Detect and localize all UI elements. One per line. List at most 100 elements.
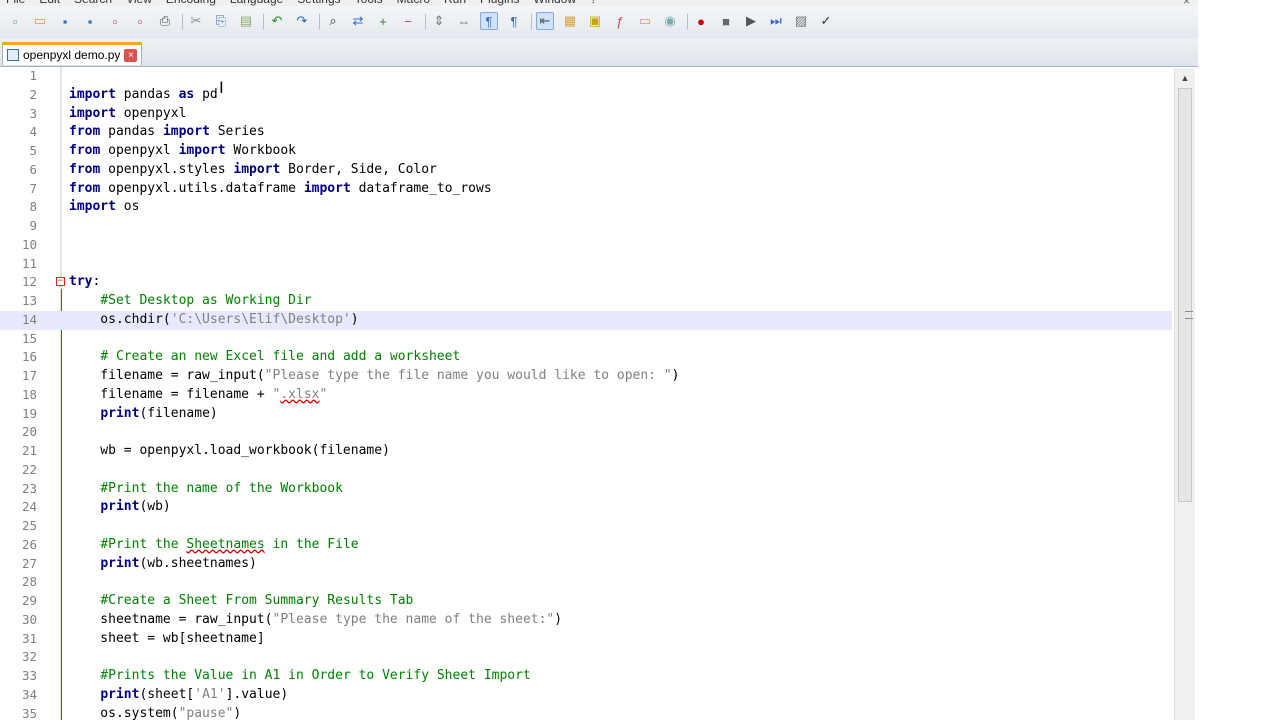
word-wrap-icon[interactable]: ¶	[480, 12, 498, 30]
save-macro-icon[interactable]: ▨	[792, 12, 810, 30]
toolbar-separator	[182, 14, 183, 30]
code-text: import openpyxl	[69, 105, 186, 123]
code-line[interactable]: 35 os.system("pause")	[0, 705, 1172, 723]
code-line[interactable]: 18 filename = filename + ".xlsx"	[0, 386, 1172, 405]
toolbar-separator	[687, 14, 688, 30]
code-line[interactable]: 14 os.chdir('C:\Users\Elif\Desktop')	[0, 311, 1172, 330]
code-line[interactable]: 30 sheetname = raw_input("Please type th…	[0, 611, 1172, 630]
zoom-in-icon[interactable]: +	[374, 12, 392, 30]
copy-icon[interactable]: ⎘	[212, 12, 230, 30]
save-all-icon[interactable]: ▪	[81, 12, 99, 30]
code-text: sheet = wb[sheetname]	[69, 630, 265, 648]
spellcheck-icon[interactable]: ✓	[817, 12, 835, 30]
code-line[interactable]: 34 print(sheet['A1'].value)	[0, 686, 1172, 705]
code-line[interactable]: 17 filename = raw_input("Please type the…	[0, 367, 1172, 386]
line-number: 21	[0, 442, 37, 460]
code-editor[interactable]: − 12import pandas as pd3import openpyxl4…	[0, 67, 1198, 720]
save-icon[interactable]: ▪	[56, 12, 74, 30]
code-line[interactable]: 28	[0, 573, 1172, 592]
code-line[interactable]: 5from openpyxl import Workbook	[0, 142, 1172, 161]
code-line[interactable]: 27 print(wb.sheetnames)	[0, 555, 1172, 574]
line-number: 32	[0, 648, 37, 666]
code-line[interactable]: 20	[0, 423, 1172, 442]
code-line[interactable]: 32	[0, 648, 1172, 667]
line-number: 4	[0, 123, 37, 141]
sync-horizontal-icon[interactable]: ⇔	[455, 12, 473, 30]
new-file-icon[interactable]: ▫	[6, 12, 24, 30]
replace-icon[interactable]: ⇄	[349, 12, 367, 30]
run-macro-multiple-icon[interactable]: ⏭	[767, 12, 785, 30]
line-number: 13	[0, 292, 37, 310]
sync-vertical-icon[interactable]: ⇕	[430, 12, 448, 30]
code-line[interactable]: 12try:	[0, 273, 1172, 292]
code-line[interactable]: 31 sheet = wb[sheetname]	[0, 630, 1172, 649]
code-line[interactable]: 7from openpyxl.utils.dataframe import da…	[0, 180, 1172, 199]
play-macro-icon[interactable]: ▶	[742, 12, 760, 30]
zoom-out-icon[interactable]: −	[399, 12, 417, 30]
line-number: 24	[0, 498, 37, 516]
code-line[interactable]: 26 #Print the Sheetnames in the File	[0, 536, 1172, 555]
cut-icon[interactable]: ✂	[187, 12, 205, 30]
code-line[interactable]: 4from pandas import Series	[0, 123, 1172, 142]
stop-record-icon[interactable]: ■	[717, 12, 735, 30]
line-number: 28	[0, 573, 37, 591]
code-line[interactable]: 19 print(filename)	[0, 405, 1172, 424]
code-line[interactable]: 33 #Prints the Value in A1 in Order to V…	[0, 667, 1172, 686]
scroll-up-arrow-icon[interactable]: ▲	[1175, 68, 1195, 88]
line-number: 11	[0, 255, 37, 273]
redo-icon[interactable]: ↷	[293, 12, 311, 30]
monitor-icon[interactable]: ◉	[661, 12, 679, 30]
code-line[interactable]: 6from openpyxl.styles import Border, Sid…	[0, 161, 1172, 180]
code-line[interactable]: 29 #Create a Sheet From Summary Results …	[0, 592, 1172, 611]
code-text: #Set Desktop as Working Dir	[69, 292, 312, 310]
code-line[interactable]: 21 wb = openpyxl.load_workbook(filename)	[0, 442, 1172, 461]
scroll-grip-icon	[1185, 311, 1193, 319]
line-number: 26	[0, 536, 37, 554]
code-line[interactable]: 9	[0, 217, 1172, 236]
line-number: 5	[0, 142, 37, 160]
doc-map-icon[interactable]: ▣	[586, 12, 604, 30]
code-text: from openpyxl.styles import Border, Side…	[69, 161, 437, 179]
tab-close-button[interactable]: ×	[124, 49, 137, 62]
show-all-chars-icon[interactable]: ¶	[505, 12, 523, 30]
code-text: #Create a Sheet From Summary Results Tab	[69, 592, 413, 610]
code-line[interactable]: 2import pandas as pd	[0, 86, 1172, 105]
record-macro-icon[interactable]: ●	[692, 12, 710, 30]
open-folder-icon[interactable]: ▭	[31, 12, 49, 30]
code-line[interactable]: 23 #Print the name of the Workbook	[0, 480, 1172, 499]
close-all-icon[interactable]: ▫	[131, 12, 149, 30]
code-line[interactable]: 3import openpyxl	[0, 105, 1172, 124]
line-number: 17	[0, 367, 37, 385]
code-line[interactable]: 8import os	[0, 198, 1172, 217]
function-list-icon[interactable]: ƒ	[611, 12, 629, 30]
code-line[interactable]: 16 # Create an new Excel file and add a …	[0, 348, 1172, 367]
vertical-scrollbar[interactable]: ▲	[1174, 68, 1195, 720]
undo-icon[interactable]: ↶	[268, 12, 286, 30]
folder-workspace-icon[interactable]: ▭	[636, 12, 654, 30]
tab-openpyxl-demo[interactable]: openpyxl demo.py ×	[2, 42, 142, 65]
paste-icon[interactable]: ▤	[237, 12, 255, 30]
scroll-thumb[interactable]	[1178, 88, 1192, 502]
code-line[interactable]: 10	[0, 236, 1172, 255]
close-icon[interactable]: ▫	[106, 12, 124, 30]
code-line[interactable]: 11	[0, 255, 1172, 274]
line-number: 23	[0, 480, 37, 498]
language-icon[interactable]: ▦	[561, 12, 579, 30]
code-line[interactable]: 15	[0, 330, 1172, 349]
code-line[interactable]: 24 print(wb)	[0, 498, 1172, 517]
code-line[interactable]: 22	[0, 461, 1172, 480]
toolbar-separator	[263, 14, 264, 30]
line-number: 16	[0, 348, 37, 366]
code-line[interactable]: 13 #Set Desktop as Working Dir	[0, 292, 1172, 311]
code-text: print(filename)	[69, 405, 218, 423]
indent-guide-icon[interactable]: ⇤	[536, 12, 554, 30]
code-text: try:	[69, 273, 100, 291]
code-line[interactable]: 25	[0, 517, 1172, 536]
find-icon[interactable]: ⌕	[324, 12, 342, 30]
print-icon[interactable]: ⎙	[156, 12, 174, 30]
line-number: 7	[0, 180, 37, 198]
code-text: print(sheet['A1'].value)	[69, 686, 288, 704]
line-number: 31	[0, 630, 37, 648]
code-line[interactable]: 1	[0, 67, 1172, 86]
code-text: print(wb.sheetnames)	[69, 555, 257, 573]
